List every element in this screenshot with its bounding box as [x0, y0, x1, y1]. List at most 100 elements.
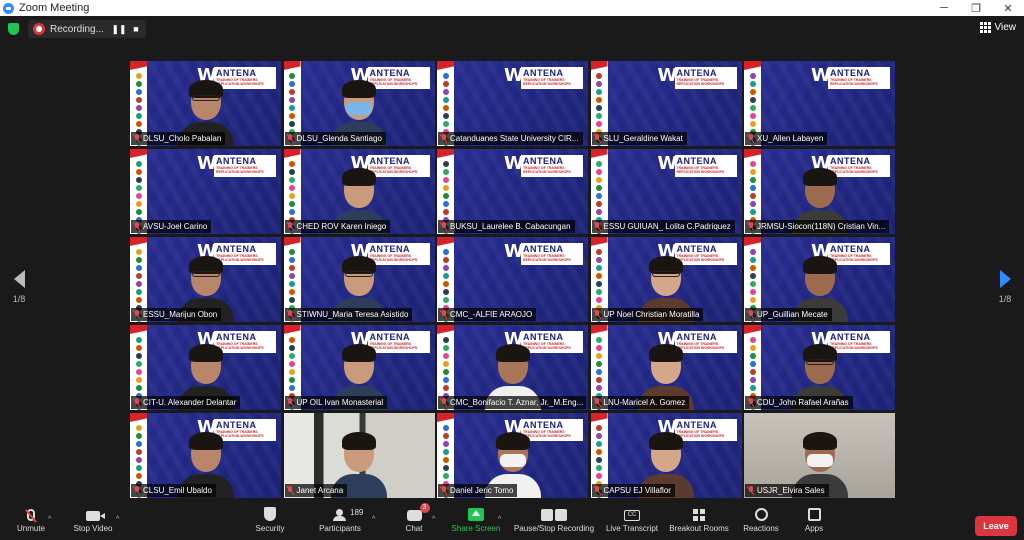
- audio-options-caret[interactable]: ^: [48, 516, 51, 523]
- banner-brand: ANTENA: [676, 68, 717, 78]
- participant-video-tile[interactable]: W ANTENA TRAINING OF TRAINERS REPLICATION W…: [130, 237, 281, 322]
- muted-mic-icon: [440, 398, 447, 407]
- participant-name: UP OIL Ivan Monasterial: [296, 398, 384, 407]
- participant-name: UP Noel Christian Moratilla: [603, 310, 700, 319]
- banner-brand: ANTENA: [369, 68, 410, 78]
- participant-video-tile[interactable]: W ANTENA TRAINING OF TRAINERS REPLICATION W…: [283, 61, 435, 146]
- next-page-button[interactable]: 1/8: [995, 270, 1015, 304]
- participant-video-tile[interactable]: W ANTENA TRAINING OF TRAINERS REPLICATION W…: [283, 325, 435, 410]
- antena-banner-logo: W ANTENA TRAINING OF TRAINERS REPLICATION W…: [504, 243, 584, 267]
- maximize-button[interactable]: ❐: [960, 0, 992, 16]
- participant-name: ESSU_Marijun Obon: [143, 310, 218, 319]
- participants-button[interactable]: 189 Participants: [316, 502, 364, 540]
- participant-video-tile[interactable]: W ANTENA TRAINING OF TRAINERS REPLICATION W…: [744, 325, 895, 410]
- participant-name: Daniel Jeric Tomo: [450, 486, 514, 495]
- banner-brand: ANTENA: [676, 420, 717, 430]
- participant-video-tile[interactable]: W ANTENA TRAINING OF TRAINERS REPLICATION W…: [590, 325, 742, 410]
- participant-name: CLSU_Emil Ubaldo: [143, 486, 212, 495]
- video-camera-icon: [86, 511, 105, 521]
- participant-video-tile[interactable]: W ANTENA TRAINING OF TRAINERS REPLICATION W…: [130, 61, 281, 146]
- antena-banner-logo: W ANTENA TRAINING OF TRAINERS REPLICATION W…: [658, 155, 738, 179]
- muted-mic-icon: [133, 222, 140, 231]
- participant-name-tag: BUKSU_Laurelee B. Cabacungan: [438, 220, 575, 233]
- participant-name: CIT-U. Alexander Delantar: [143, 398, 237, 407]
- meeting-toolbar: Unmute ^ Stop Video ^ Security 189 Parti…: [0, 502, 1024, 540]
- participant-name: Janet Arcana: [296, 486, 344, 495]
- close-window-button[interactable]: ✕: [992, 0, 1024, 16]
- security-button[interactable]: Security: [252, 502, 288, 540]
- participant-name: CAPSU EJ Villaflor: [603, 486, 671, 495]
- participant-video-tile[interactable]: W ANTENA TRAINING OF TRAINERS REPLICATION W…: [130, 149, 281, 234]
- participant-video-tile[interactable]: W ANTENA TRAINING OF TRAINERS REPLICATION W…: [437, 61, 588, 146]
- view-button[interactable]: View: [979, 22, 1016, 33]
- participant-name-tag: XU_Allen Labayen: [745, 132, 828, 145]
- w-logo-mark: W: [811, 65, 831, 86]
- apps-icon: [807, 508, 821, 521]
- participant-video-tile[interactable]: W ANTENA TRAINING OF TRAINERS REPLICATION W…: [283, 149, 435, 234]
- participant-video-tile[interactable]: W ANTENA TRAINING OF TRAINERS REPLICATION W…: [590, 237, 742, 322]
- participant-video-tile[interactable]: W ANTENA TRAINING OF TRAINERS REPLICATION W…: [437, 149, 588, 234]
- pause-stop-recording-button[interactable]: Pause/Stop Recording: [512, 502, 596, 540]
- chat-bubble-icon: [406, 510, 422, 521]
- minimize-button[interactable]: ─: [928, 0, 960, 16]
- share-screen-label: Share Screen: [451, 524, 501, 533]
- participant-name-tag: UP OIL Ivan Monasterial: [284, 396, 388, 409]
- live-transcript-button[interactable]: CC Live Transcript: [604, 502, 660, 540]
- participant-video-tile[interactable]: W ANTENA TRAINING OF TRAINERS REPLICATION W…: [437, 237, 588, 322]
- breakout-rooms-button[interactable]: Breakout Rooms: [668, 502, 730, 540]
- share-options-caret[interactable]: ^: [498, 516, 501, 523]
- participant-name-tag: JRMSU-Siocon(118N) Cristian Vin...: [745, 220, 890, 233]
- participant-name-tag: CMC_Bonifacio T. Aznar, Jr._M.Eng...: [438, 396, 586, 409]
- leave-button[interactable]: Leave: [975, 516, 1017, 536]
- participant-video-tile[interactable]: W ANTENA TRAINING OF TRAINERS REPLICATION W…: [590, 61, 742, 146]
- banner-brand: ANTENA: [830, 68, 871, 78]
- participant-video-tile[interactable]: W ANTENA TRAINING OF TRAINERS REPLICATION W…: [744, 61, 895, 146]
- banner-brand: ANTENA: [830, 332, 871, 342]
- previous-page-button[interactable]: 1/8: [9, 270, 29, 304]
- pause-recording-button[interactable]: ❚❚: [111, 22, 126, 36]
- participant-video-tile[interactable]: W ANTENA TRAINING OF TRAINERS REPLICATION W…: [437, 413, 588, 498]
- w-logo-mark: W: [504, 241, 524, 262]
- banner-brand: ANTENA: [523, 420, 564, 430]
- pause-stop-icon: [541, 509, 567, 521]
- participant-video-tile[interactable]: W ANTENA TRAINING OF TRAINERS REPLICATION W…: [130, 413, 281, 498]
- encryption-shield-icon[interactable]: [8, 23, 19, 35]
- chat-label: Chat: [405, 524, 423, 533]
- participant-name-tag: DLSU_Glenda Santiago: [284, 132, 386, 145]
- antena-banner-logo: W ANTENA TRAINING OF TRAINERS REPLICATION W…: [658, 67, 738, 91]
- muted-mic-icon: [747, 398, 754, 407]
- zoom-app-icon: [3, 2, 14, 14]
- unmute-label: Unmute: [16, 524, 45, 533]
- participant-name: STIWNU_Maria Teresa Asistido: [296, 310, 409, 319]
- participant-video-tile[interactable]: USJR_Elvira Sales: [744, 413, 895, 498]
- w-logo-mark: W: [657, 65, 678, 86]
- participant-video-tile[interactable]: W ANTENA TRAINING OF TRAINERS REPLICATION W…: [590, 413, 742, 498]
- apps-button[interactable]: Apps: [802, 502, 826, 540]
- participant-video-tile[interactable]: W ANTENA TRAINING OF TRAINERS REPLICATION W…: [130, 325, 281, 410]
- participant-video-tile[interactable]: Janet Arcana: [283, 413, 435, 498]
- muted-mic-icon: [594, 486, 601, 495]
- video-options-caret[interactable]: ^: [116, 516, 119, 523]
- reactions-button[interactable]: Reactions: [742, 502, 780, 540]
- unmute-button[interactable]: Unmute: [14, 502, 48, 540]
- muted-mic-icon: [287, 134, 294, 143]
- chat-button[interactable]: 3 Chat: [402, 502, 430, 540]
- participants-options-caret[interactable]: ^: [372, 516, 375, 523]
- participant-video-tile[interactable]: W ANTENA TRAINING OF TRAINERS REPLICATION W…: [437, 325, 588, 410]
- stop-video-button[interactable]: Stop Video: [70, 502, 116, 540]
- chat-options-caret[interactable]: ^: [432, 516, 435, 523]
- participant-name: DLSU_Cholo Pabalan: [143, 134, 222, 143]
- antena-banner-logo: W ANTENA TRAINING OF TRAINERS REPLICATION W…: [197, 155, 277, 179]
- arrow-left-icon: [13, 270, 25, 288]
- muted-mic-icon: [747, 310, 754, 319]
- stop-recording-button[interactable]: ■: [129, 22, 143, 36]
- participant-video-tile[interactable]: W ANTENA TRAINING OF TRAINERS REPLICATION W…: [283, 237, 435, 322]
- participant-video-tile[interactable]: W ANTENA TRAINING OF TRAINERS REPLICATION W…: [590, 149, 742, 234]
- participant-video-tile[interactable]: W ANTENA TRAINING OF TRAINERS REPLICATION W…: [744, 237, 895, 322]
- window-title: Zoom Meeting: [19, 2, 90, 14]
- w-logo-mark: W: [504, 65, 524, 86]
- share-screen-button[interactable]: Share Screen: [450, 502, 502, 540]
- participants-label: Participants: [319, 524, 361, 533]
- participant-video-tile[interactable]: W ANTENA TRAINING OF TRAINERS REPLICATION W…: [744, 149, 895, 234]
- muted-mic-icon: [594, 398, 601, 407]
